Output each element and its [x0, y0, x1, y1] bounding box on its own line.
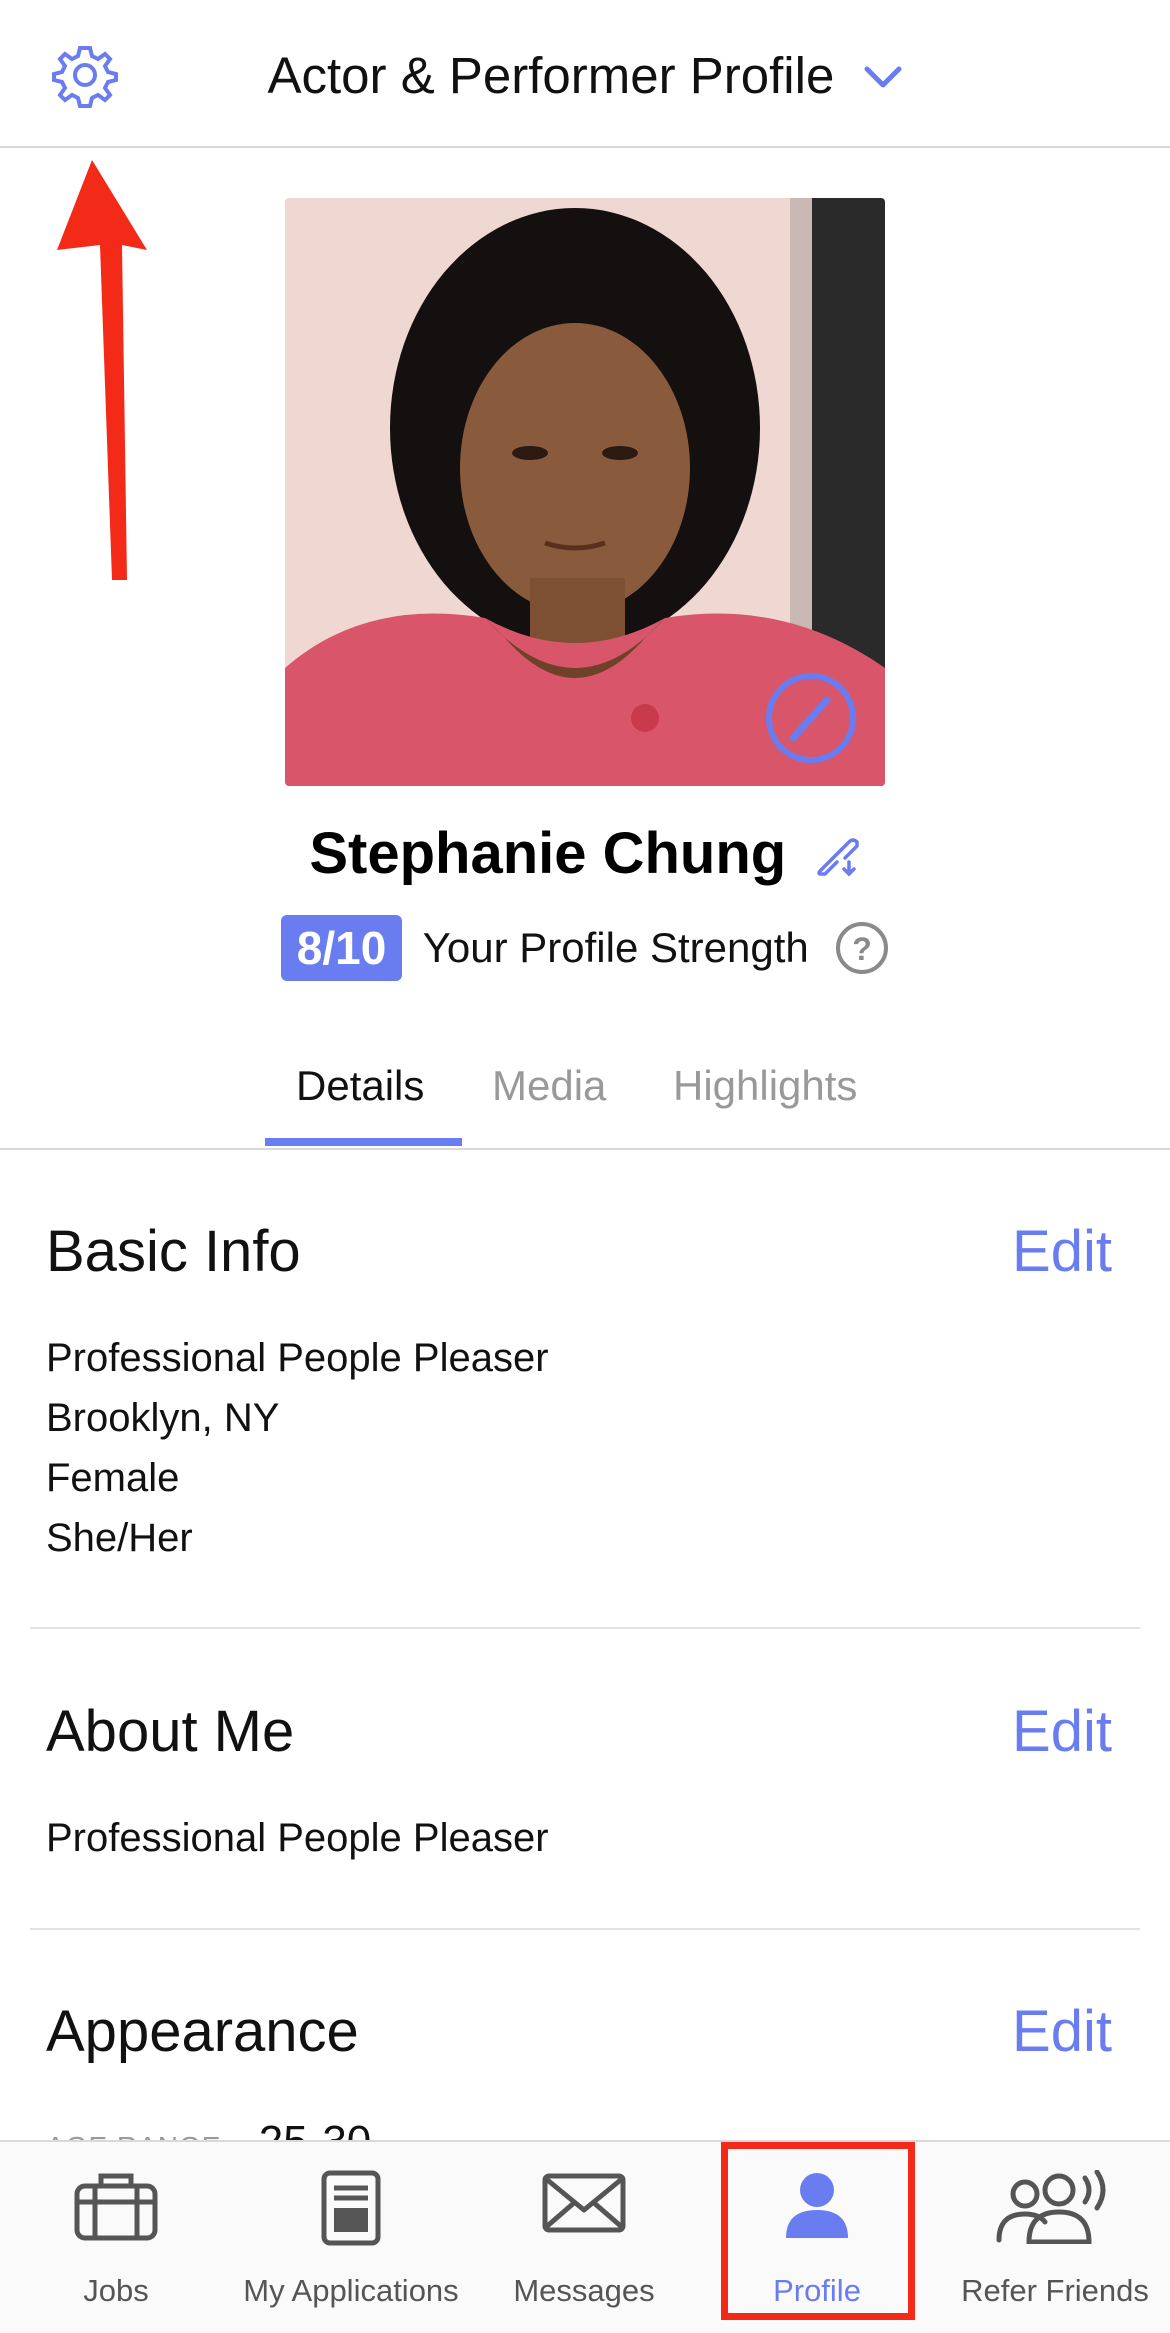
- help-question-icon[interactable]: ?: [835, 921, 889, 975]
- tabbar-my-applications-label: My Applications: [243, 2273, 459, 2308]
- profile-strength-label: Your Profile Strength: [422, 924, 809, 971]
- profile-strength-row: 8/10 Your Profile Strength ?: [0, 915, 1170, 981]
- red-annotation-box: [721, 2142, 915, 2320]
- about-me-edit-button[interactable]: Edit: [1012, 1698, 1112, 1765]
- active-tab-indicator: [265, 1138, 462, 1146]
- top-navigation-bar: Actor & Performer Profile: [0, 0, 1170, 148]
- profile-name-row: Stephanie Chung: [0, 820, 1170, 887]
- section-divider: [30, 1928, 1140, 1930]
- profile-photo[interactable]: [285, 198, 885, 786]
- edit-photo-pencil-icon[interactable]: [763, 670, 859, 766]
- briefcase-icon: [74, 2173, 158, 2241]
- about-me-section: About Me Edit Professional People Please…: [30, 1698, 1140, 1898]
- basic-info-headline: Professional People Pleaser: [46, 1336, 549, 1380]
- profile-tabs: Details Media Highlights: [0, 1040, 1170, 1150]
- envelope-icon: [542, 2173, 626, 2233]
- tab-highlights[interactable]: Highlights: [673, 1062, 857, 1110]
- basic-info-title: Basic Info: [46, 1219, 301, 1284]
- about-me-title: About Me: [46, 1699, 295, 1764]
- tab-details[interactable]: Details: [296, 1062, 424, 1110]
- appearance-edit-button[interactable]: Edit: [1012, 1998, 1112, 2065]
- tabbar-messages[interactable]: Messages: [470, 2142, 698, 2333]
- share-link-icon[interactable]: [813, 830, 861, 878]
- about-me-text: Professional People Pleaser: [46, 1816, 549, 1860]
- group-broadcast-icon: [996, 2170, 1106, 2244]
- basic-info-lines: Professional People Pleaser Brooklyn, NY…: [46, 1328, 549, 1568]
- tabbar-refer-friends[interactable]: Refer Friends: [940, 2142, 1170, 2333]
- profile-strength-badge: 8/10: [280, 915, 403, 981]
- profile-type-selector[interactable]: Actor & Performer Profile: [0, 46, 1170, 105]
- tabbar-my-applications[interactable]: My Applications: [232, 2142, 470, 2333]
- tabbar-refer-friends-label: Refer Friends: [961, 2273, 1149, 2308]
- red-annotation-arrow: [57, 160, 147, 580]
- tabbar-jobs-label: Jobs: [83, 2273, 149, 2308]
- tabbar-messages-label: Messages: [513, 2273, 655, 2308]
- tab-media[interactable]: Media: [492, 1062, 606, 1110]
- about-me-lines: Professional People Pleaser: [46, 1808, 549, 1868]
- profile-type-title: Actor & Performer Profile: [267, 47, 835, 104]
- basic-info-location: Brooklyn, NY: [46, 1396, 280, 1440]
- basic-info-edit-button[interactable]: Edit: [1012, 1218, 1112, 1285]
- tabbar-jobs[interactable]: Jobs: [0, 2142, 232, 2333]
- profile-name: Stephanie Chung: [309, 821, 787, 886]
- section-divider: [30, 1627, 1140, 1629]
- basic-info-pronouns: She/Her: [46, 1516, 193, 1560]
- appearance-section: Appearance Edit: [30, 1998, 1140, 2098]
- chevron-down-icon: [864, 66, 901, 88]
- bottom-tab-bar: Jobs My Applications Messages Profile Re…: [0, 2140, 1170, 2333]
- document-icon: [321, 2170, 381, 2246]
- appearance-title: Appearance: [46, 1999, 359, 2064]
- basic-info-section: Basic Info Edit Professional People Plea…: [30, 1218, 1140, 1598]
- basic-info-gender: Female: [46, 1456, 180, 1500]
- svg-text:?: ?: [852, 931, 872, 967]
